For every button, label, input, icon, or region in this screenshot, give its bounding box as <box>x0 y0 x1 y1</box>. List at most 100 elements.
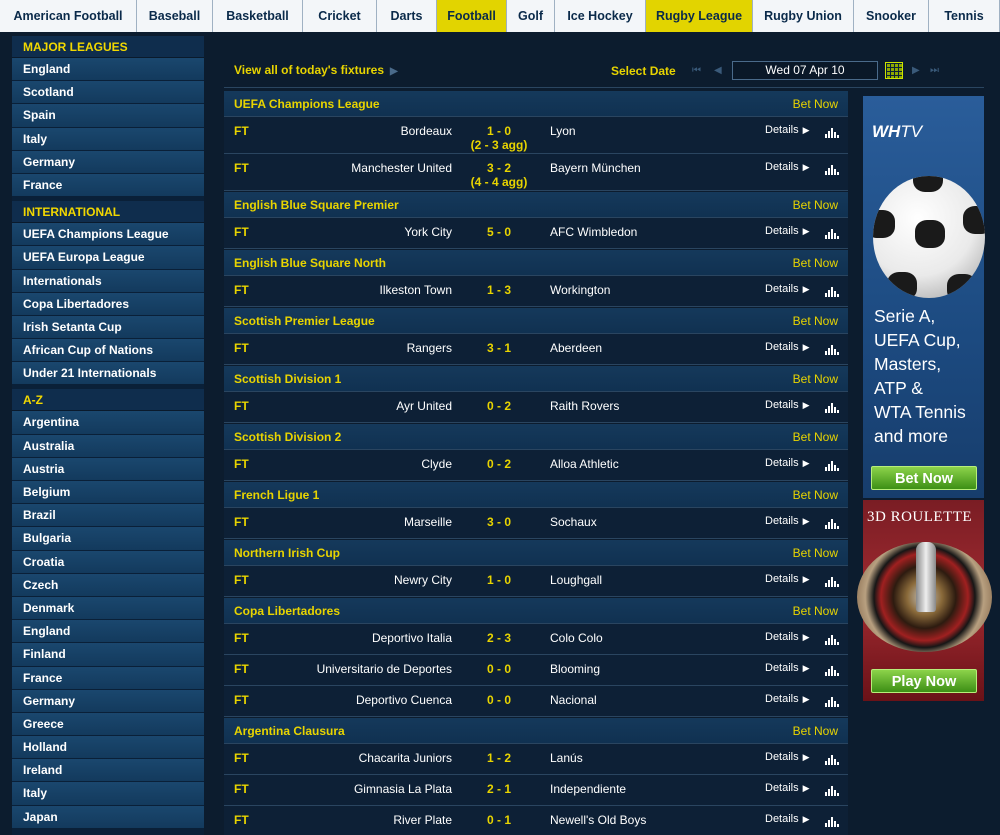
sidebar-item-italy[interactable]: Italy <box>12 127 204 151</box>
sidebar-item-brazil[interactable]: Brazil <box>12 504 204 528</box>
bar-chart-icon[interactable] <box>825 634 839 645</box>
sidebar-item-england[interactable]: England <box>12 58 204 82</box>
sidebar-item-austria[interactable]: Austria <box>12 457 204 481</box>
details-link[interactable]: Details ▶ <box>765 283 810 295</box>
calendar-icon[interactable] <box>885 62 903 79</box>
bar-chart-icon[interactable] <box>825 460 839 471</box>
tab-darts[interactable]: Darts <box>377 0 437 32</box>
roulette-ad[interactable]: 3D ROULETTE Play Now <box>857 500 992 701</box>
bar-chart-icon[interactable] <box>825 127 839 138</box>
competition-name[interactable]: Argentina Clausura <box>234 724 345 738</box>
bar-chart-icon[interactable] <box>825 696 839 707</box>
details-link[interactable]: Details ▶ <box>765 631 810 643</box>
bet-now-link[interactable]: Bet Now <box>793 198 838 212</box>
sidebar-item-france[interactable]: France <box>12 666 204 690</box>
bar-chart-icon[interactable] <box>825 402 839 413</box>
details-link[interactable]: Details ▶ <box>765 124 810 136</box>
first-date-icon[interactable]: ⏮ <box>692 65 701 76</box>
whtv-ad[interactable]: WHTV Serie A, UEFA Cup, Masters, ATP & WTA T… <box>863 96 985 498</box>
sidebar-item-uefa-champions-league[interactable]: UEFA Champions League <box>12 223 204 247</box>
competition-name[interactable]: French Ligue 1 <box>234 488 319 502</box>
details-link[interactable]: Details ▶ <box>765 457 810 469</box>
competition-name[interactable]: Scottish Division 1 <box>234 372 341 386</box>
date-input[interactable]: Wed 07 Apr 10 <box>732 61 878 80</box>
bet-now-link[interactable]: Bet Now <box>793 97 838 111</box>
competition-name[interactable]: English Blue Square Premier <box>234 198 399 212</box>
bet-now-link[interactable]: Bet Now <box>793 430 838 444</box>
sidebar-item-france[interactable]: France <box>12 173 204 198</box>
bar-chart-icon[interactable] <box>825 785 839 796</box>
tab-basketball[interactable]: Basketball <box>213 0 303 32</box>
sidebar-item-italy[interactable]: Italy <box>12 782 204 806</box>
competition-name[interactable]: Scottish Premier League <box>234 314 375 328</box>
sidebar-item-germany[interactable]: Germany <box>12 689 204 713</box>
prev-date-icon[interactable]: ◀ <box>714 65 722 76</box>
details-link[interactable]: Details ▶ <box>765 399 810 411</box>
tab-cricket[interactable]: Cricket <box>303 0 377 32</box>
details-link[interactable]: Details ▶ <box>765 782 810 794</box>
sidebar-item-irish-setanta-cup[interactable]: Irish Setanta Cup <box>12 315 204 340</box>
bet-now-link[interactable]: Bet Now <box>793 724 838 738</box>
tab-rugby-union[interactable]: Rugby Union <box>753 0 854 32</box>
sidebar-item-african-cup-of-nations[interactable]: African Cup of Nations <box>12 339 204 363</box>
tab-ice-hockey[interactable]: Ice Hockey <box>555 0 646 32</box>
bar-chart-icon[interactable] <box>825 344 839 355</box>
details-link[interactable]: Details ▶ <box>765 693 810 705</box>
sidebar-item-holland[interactable]: Holland <box>12 736 204 760</box>
sidebar-item-argentina[interactable]: Argentina <box>12 411 204 435</box>
last-date-icon[interactable]: ⏭ <box>930 65 939 76</box>
tab-tennis[interactable]: Tennis <box>929 0 1000 32</box>
sidebar-item-internationals[interactable]: Internationals <box>12 269 204 293</box>
details-link[interactable]: Details ▶ <box>765 515 810 527</box>
sidebar-item-belgium[interactable]: Belgium <box>12 481 204 505</box>
sidebar-item-greece[interactable]: Greece <box>12 712 204 737</box>
bar-chart-icon[interactable] <box>825 228 839 239</box>
details-link[interactable]: Details ▶ <box>765 225 810 237</box>
bet-now-link[interactable]: Bet Now <box>793 546 838 560</box>
competition-name[interactable]: Copa Libertadores <box>234 604 340 618</box>
bar-chart-icon[interactable] <box>825 754 839 765</box>
details-link[interactable]: Details ▶ <box>765 813 810 825</box>
sidebar-item-copa-libertadores[interactable]: Copa Libertadores <box>12 292 204 316</box>
play-now-button[interactable]: Play Now <box>871 669 977 693</box>
bar-chart-icon[interactable] <box>825 164 839 175</box>
bar-chart-icon[interactable] <box>825 286 839 297</box>
sidebar-item-japan[interactable]: Japan <box>12 805 204 829</box>
bar-chart-icon[interactable] <box>825 576 839 587</box>
sidebar-item-denmark[interactable]: Denmark <box>12 596 204 621</box>
bet-now-link[interactable]: Bet Now <box>793 372 838 386</box>
sidebar-item-ireland[interactable]: Ireland <box>12 759 204 783</box>
view-fixtures-link[interactable]: View all of today's fixtures ▶ <box>234 63 398 77</box>
details-link[interactable]: Details ▶ <box>765 161 810 173</box>
details-link[interactable]: Details ▶ <box>765 573 810 585</box>
sidebar-item-uefa-europa-league[interactable]: UEFA Europa League <box>12 246 204 270</box>
tab-baseball[interactable]: Baseball <box>137 0 213 32</box>
sidebar-item-bulgaria[interactable]: Bulgaria <box>12 527 204 551</box>
tab-rugby-league[interactable]: Rugby League <box>646 0 753 32</box>
sidebar-item-czech[interactable]: Czech <box>12 573 204 597</box>
bar-chart-icon[interactable] <box>825 816 839 827</box>
bar-chart-icon[interactable] <box>825 665 839 676</box>
competition-name[interactable]: Northern Irish Cup <box>234 546 340 560</box>
competition-name[interactable]: UEFA Champions League <box>234 97 380 111</box>
bet-now-link[interactable]: Bet Now <box>793 604 838 618</box>
competition-name[interactable]: Scottish Division 2 <box>234 430 341 444</box>
sidebar-item-finland[interactable]: Finland <box>12 643 204 667</box>
details-link[interactable]: Details ▶ <box>765 751 810 763</box>
tab-football[interactable]: Football <box>437 0 507 32</box>
sidebar-item-australia[interactable]: Australia <box>12 434 204 458</box>
details-link[interactable]: Details ▶ <box>765 662 810 674</box>
competition-name[interactable]: English Blue Square North <box>234 256 386 270</box>
details-link[interactable]: Details ▶ <box>765 341 810 353</box>
bet-now-link[interactable]: Bet Now <box>793 488 838 502</box>
bar-chart-icon[interactable] <box>825 518 839 529</box>
tab-american-football[interactable]: American Football <box>0 0 137 32</box>
sidebar-item-croatia[interactable]: Croatia <box>12 550 204 574</box>
sidebar-item-under-21-internationals[interactable]: Under 21 Internationals <box>12 362 204 386</box>
bet-now-link[interactable]: Bet Now <box>793 256 838 270</box>
tab-golf[interactable]: Golf <box>507 0 555 32</box>
sidebar-item-england[interactable]: England <box>12 620 204 644</box>
ad-bet-now-button[interactable]: Bet Now <box>871 466 977 490</box>
tab-snooker[interactable]: Snooker <box>854 0 929 32</box>
bet-now-link[interactable]: Bet Now <box>793 314 838 328</box>
